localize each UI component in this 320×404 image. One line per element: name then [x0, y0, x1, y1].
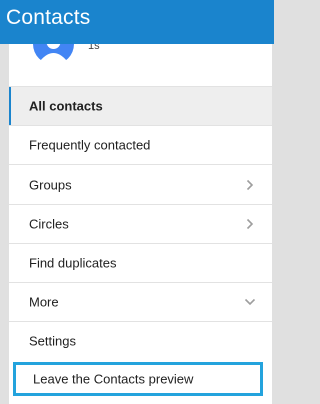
app-header: Contacts [0, 0, 274, 44]
nav-label: Find duplicates [29, 255, 117, 271]
nav-item-frequently-contacted[interactable]: Frequently contacted [9, 126, 272, 164]
nav-label: Groups [29, 177, 72, 193]
nav-label: Frequently contacted [29, 137, 151, 153]
nav-item-settings[interactable]: Settings [9, 322, 272, 360]
nav-item-find-duplicates[interactable]: Find duplicates [9, 244, 272, 282]
nav-label: Settings [29, 333, 76, 349]
nav-label: More [29, 294, 59, 310]
page-title: Contacts [6, 6, 91, 29]
nav-item-more[interactable]: More [9, 283, 272, 321]
chevron-down-icon[interactable] [244, 298, 256, 306]
nav-item-groups[interactable]: Groups [9, 166, 272, 204]
nav-label: Circles [29, 216, 69, 232]
leave-preview-link[interactable]: Leave the Contacts preview [13, 362, 263, 396]
chevron-right-icon[interactable] [246, 179, 254, 191]
nav-item-all-contacts[interactable]: All contacts [9, 87, 272, 125]
nav-label: Leave the Contacts preview [33, 371, 194, 387]
nav-label: All contacts [29, 98, 103, 114]
nav-item-circles[interactable]: Circles [9, 205, 272, 243]
chevron-right-icon[interactable] [246, 218, 254, 230]
divider [9, 164, 272, 165]
